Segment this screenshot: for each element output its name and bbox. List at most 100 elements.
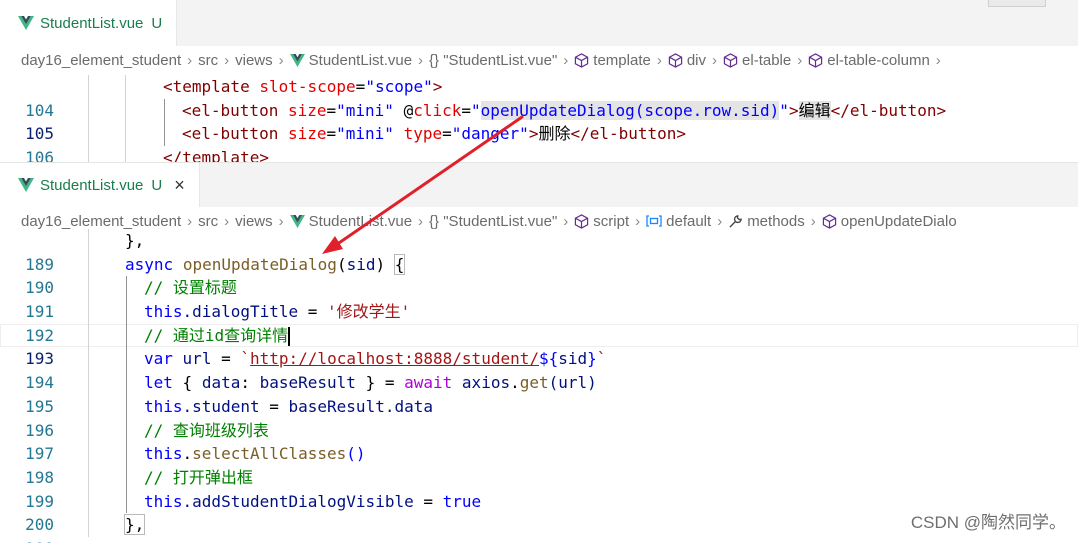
breadcrumb-item-methods[interactable]: methods <box>728 213 805 230</box>
code-token-selected: openUpdateDialog(scope.row.sid) <box>480 100 780 120</box>
code-token: slot-scope <box>259 77 356 96</box>
code-token: = <box>326 100 337 120</box>
code-editor-top[interactable]: 104 <template slot-scope="scope"> 105 <e… <box>0 75 1078 162</box>
bottom-editor-pane: StudentList.vue U × day16_element_studen… <box>0 162 1078 543</box>
code-token: size <box>287 100 327 120</box>
tab-label: StudentList.vue <box>40 176 144 194</box>
breadcrumb-item-el-table[interactable]: el-table <box>723 52 791 69</box>
code-token: { <box>182 373 202 393</box>
breadcrumb-item-src[interactable]: src <box>198 213 218 230</box>
breadcrumb-item-default[interactable]: default <box>646 213 711 230</box>
code-token: > <box>432 77 443 96</box>
code-token: async <box>125 254 174 274</box>
chevron-right-icon: › <box>935 51 941 69</box>
breadcrumb-item-views[interactable]: views <box>235 213 273 230</box>
breadcrumb-template-label: template <box>593 51 651 69</box>
code-token: (url) <box>548 373 597 393</box>
code-token: <el-button <box>182 124 279 144</box>
url-link[interactable]: http://localhost:8888/student/ <box>250 349 539 368</box>
breadcrumb-file-label: StudentList.vue <box>308 212 413 230</box>
breadcrumb-el-table-column-label: el-table-column <box>827 51 930 69</box>
breadcrumb-div-label: div <box>686 51 707 69</box>
code-token: .student <box>182 396 260 416</box>
code-token: " <box>779 100 789 120</box>
code-token: ` <box>240 349 250 369</box>
breadcrumb-item-el-table-column[interactable]: el-table-column <box>808 52 930 69</box>
code-token: this <box>144 491 183 511</box>
chevron-right-icon: › <box>224 212 230 230</box>
chevron-right-icon: › <box>797 51 803 69</box>
code-token: sid <box>558 349 588 369</box>
breadcrumb-item-folder[interactable]: day16_element_student <box>21 52 181 69</box>
code-token: get <box>519 373 549 393</box>
watermark: CSDN @陶然同学。 <box>910 513 1066 532</box>
code-token: var <box>144 349 173 369</box>
code-token: = <box>259 396 289 416</box>
code-token: <el-button <box>182 100 279 120</box>
code-token: '修改学生' <box>327 302 411 322</box>
chevron-right-icon: › <box>810 212 816 230</box>
breadcrumb-item-file[interactable]: StudentList.vue <box>289 212 413 230</box>
cube-icon <box>809 52 823 68</box>
code-token: " <box>471 100 481 120</box>
code-token: this <box>144 396 183 416</box>
code-token: click <box>413 100 462 120</box>
code-comment: // 查询班级列表 <box>144 420 269 440</box>
code-token: .addStudentDialogVisible <box>182 491 414 511</box>
breadcrumb-item-views[interactable]: views <box>235 52 273 69</box>
code-line: 106 <el-button size="mini" type="danger"… <box>0 122 1078 162</box>
cube-icon <box>575 213 589 229</box>
code-line: 196 this.student = baseResult.data <box>0 394 1078 440</box>
chevron-right-icon: › <box>717 212 723 230</box>
code-token: = <box>442 124 452 144</box>
breadcrumb-item-script[interactable]: script <box>574 213 629 230</box>
code-token: "danger" <box>451 124 529 144</box>
code-token: </el-button> <box>830 100 947 120</box>
tab-studentlist-vue[interactable]: StudentList.vue U × <box>0 163 200 207</box>
code-token: = <box>326 124 337 144</box>
cube-icon <box>575 52 589 68</box>
chevron-right-icon: › <box>278 51 284 69</box>
vue-file-icon <box>289 53 305 67</box>
code-token: data <box>201 373 241 393</box>
code-token: size <box>287 124 327 144</box>
code-token: baseResult <box>259 373 356 393</box>
code-token: }, <box>123 514 146 536</box>
code-token: url <box>182 349 212 369</box>
close-icon[interactable]: × <box>174 175 185 196</box>
code-token: "mini" <box>336 124 394 144</box>
code-token: <template <box>163 77 250 96</box>
code-token: ${ <box>538 349 559 369</box>
code-editor-bottom[interactable]: 189 }, 190 async openUpdateDialog(sid) {… <box>0 229 1078 543</box>
breadcrumb-item-div[interactable]: div <box>668 52 706 69</box>
code-line: 199 // 打开弹出框 <box>0 465 1078 511</box>
breadcrumb-file-label: StudentList.vue <box>308 51 413 69</box>
code-line: 195 let { data: baseResult } = await axi… <box>0 371 1078 416</box>
code-token: "mini" <box>336 100 394 120</box>
tab-studentlist-vue[interactable]: StudentList.vue U <box>0 0 178 46</box>
code-token: = <box>298 302 328 322</box>
code-token: } <box>587 349 597 369</box>
code-line: 104 <template slot-scope="scope"> <box>0 75 1078 120</box>
breadcrumb-item-module[interactable]: {} "StudentList.vue" <box>429 213 557 230</box>
top-editor-pane: StudentList.vue U day16_element_student … <box>0 0 1078 162</box>
code-token: 删除 <box>538 124 571 144</box>
breadcrumb-item-template[interactable]: template <box>574 52 651 69</box>
tab-bar: StudentList.vue U × <box>0 163 1078 207</box>
breadcrumb-methods-label: methods <box>747 212 805 230</box>
breadcrumb-item-file[interactable]: StudentList.vue <box>289 51 413 69</box>
breadcrumb-item-folder[interactable]: day16_element_student <box>21 213 181 230</box>
code-token: baseResult.data <box>288 396 434 416</box>
code-token: @ <box>403 100 414 120</box>
tab-label: StudentList.vue <box>40 14 144 32</box>
breadcrumb-item-module[interactable]: {} "StudentList.vue" <box>429 52 557 69</box>
code-token: ) <box>375 254 386 274</box>
breadcrumb: day16_element_student › src › views › St… <box>0 46 1078 74</box>
breadcrumb-item-function[interactable]: openUpdateDialo <box>822 213 957 230</box>
chevron-right-icon: › <box>187 51 193 69</box>
cube-icon <box>822 213 836 229</box>
breadcrumb-item-src[interactable]: src <box>198 52 218 69</box>
chevron-right-icon: › <box>712 51 718 69</box>
wrench-icon <box>729 214 742 228</box>
tab-bar: StudentList.vue U <box>0 0 1078 46</box>
